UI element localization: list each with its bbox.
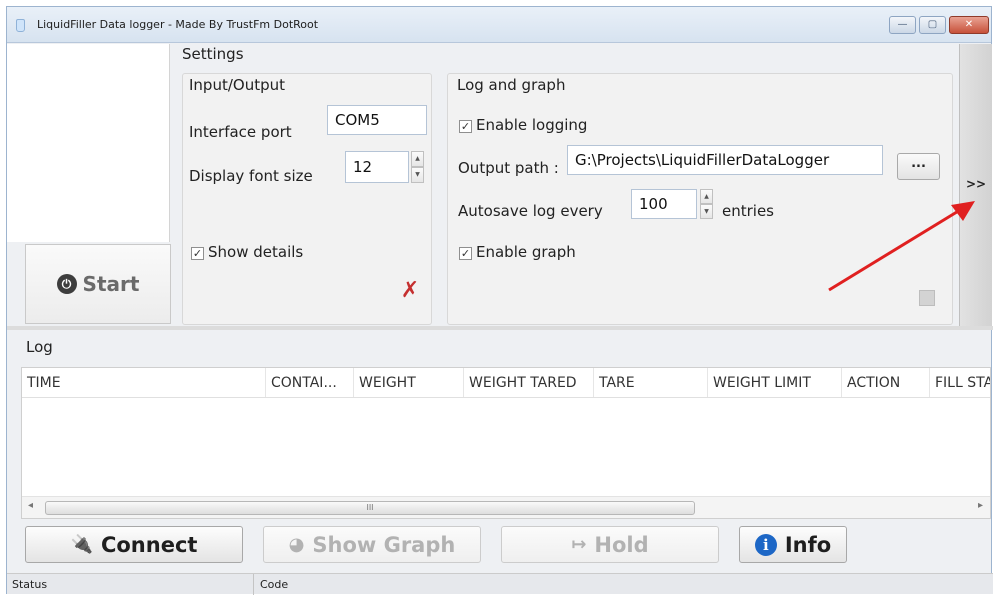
hold-arrow-icon: ↦	[571, 534, 587, 555]
autosave-input[interactable]: 100	[631, 189, 697, 219]
output-path-label: Output path :	[458, 159, 559, 177]
power-icon: ⏻	[56, 274, 77, 294]
column-header-weight[interactable]: WEIGHT	[353, 368, 463, 397]
status-divider	[253, 574, 254, 595]
info-button[interactable]: i Info	[739, 526, 847, 563]
app-icon	[16, 19, 25, 32]
plug-icon: 🔌	[70, 534, 93, 555]
column-header-action[interactable]: ACTION	[841, 368, 929, 397]
start-button-label: Start	[82, 272, 140, 296]
show-details-label: Show details	[208, 243, 304, 261]
autosave-down-button[interactable]: ▼	[700, 204, 713, 219]
minimize-button[interactable]: —	[889, 16, 916, 34]
column-header-weight-limit[interactable]: WEIGHT LIMIT	[707, 368, 841, 397]
column-header-time[interactable]: TIME	[22, 368, 265, 397]
status-text: Status	[12, 578, 48, 591]
display-font-size-input[interactable]: 12	[345, 151, 409, 183]
scroll-thumb[interactable]: III	[45, 501, 695, 515]
column-header-tare[interactable]: TARE	[593, 368, 707, 397]
output-path-input[interactable]: G:\Projects\LiquidFillerDataLogger	[567, 145, 883, 175]
enable-logging-label: Enable logging	[476, 116, 588, 134]
start-button[interactable]: ⏻ Start	[25, 244, 171, 324]
annotation-arrow-icon	[828, 201, 975, 292]
interface-port-input[interactable]: COM5	[327, 105, 427, 135]
log-table[interactable]: TIME CONTAI... WEIGHT WEIGHT TARED TARE …	[21, 367, 991, 519]
interface-port-label: Interface port	[189, 123, 292, 141]
graph-icon: ◕	[288, 534, 305, 555]
column-header-fill-status[interactable]: FILL STA	[929, 368, 990, 397]
enable-graph-label: Enable graph	[476, 243, 576, 261]
left-panel	[7, 44, 170, 242]
log-table-header: TIME CONTAI... WEIGHT WEIGHT TARED TARE …	[22, 368, 990, 398]
log-and-graph-label: Log and graph	[457, 76, 566, 94]
log-label: Log	[26, 338, 53, 356]
enable-logging-checkbox[interactable]: ✓	[459, 120, 472, 133]
column-header-weight-tared[interactable]: WEIGHT TARED	[463, 368, 593, 397]
code-text: Code	[260, 578, 289, 591]
autosave-up-button[interactable]: ▲	[700, 189, 713, 204]
scroll-left-icon[interactable]: ◂	[28, 500, 33, 511]
settings-label: Settings	[182, 45, 244, 63]
tools-icon[interactable]: ✗	[396, 277, 424, 305]
close-button[interactable]: ✕	[949, 16, 989, 34]
enable-graph-checkbox[interactable]: ✓	[459, 247, 472, 260]
entries-label: entries	[722, 202, 774, 220]
connect-label: Connect	[100, 532, 198, 557]
info-icon: i	[754, 533, 777, 556]
font-size-down-button[interactable]: ▼	[411, 167, 424, 183]
scroll-right-icon[interactable]: ▸	[978, 500, 983, 511]
maximize-button[interactable]: ▢	[919, 16, 946, 34]
info-label: Info	[784, 532, 832, 557]
status-bar: Status Code	[7, 573, 993, 595]
show-details-checkbox[interactable]: ✓	[191, 247, 204, 260]
display-font-size-label: Display font size	[189, 167, 313, 185]
font-size-up-button[interactable]: ▲	[411, 151, 424, 167]
window-title: LiquidFiller Data logger - Made By Trust…	[37, 18, 319, 31]
connect-button[interactable]: 🔌 Connect	[25, 526, 243, 563]
main-window: LiquidFiller Data logger - Made By Trust…	[6, 6, 993, 595]
hold-button[interactable]: ↦ Hold	[501, 526, 719, 563]
horizontal-scrollbar[interactable]: ◂ III ▸	[22, 496, 990, 518]
show-graph-label: Show Graph	[312, 532, 456, 557]
column-header-container[interactable]: CONTAI...	[265, 368, 353, 397]
browse-button[interactable]: ...	[897, 153, 940, 180]
splitter[interactable]	[7, 326, 993, 330]
input-output-label: Input/Output	[189, 76, 285, 94]
title-bar[interactable]: LiquidFiller Data logger - Made By Trust…	[7, 7, 991, 43]
expand-button-label: >>	[965, 177, 987, 191]
show-graph-button[interactable]: ◕ Show Graph	[263, 526, 481, 563]
autosave-label: Autosave log every	[458, 202, 603, 220]
hold-label: Hold	[594, 532, 649, 557]
